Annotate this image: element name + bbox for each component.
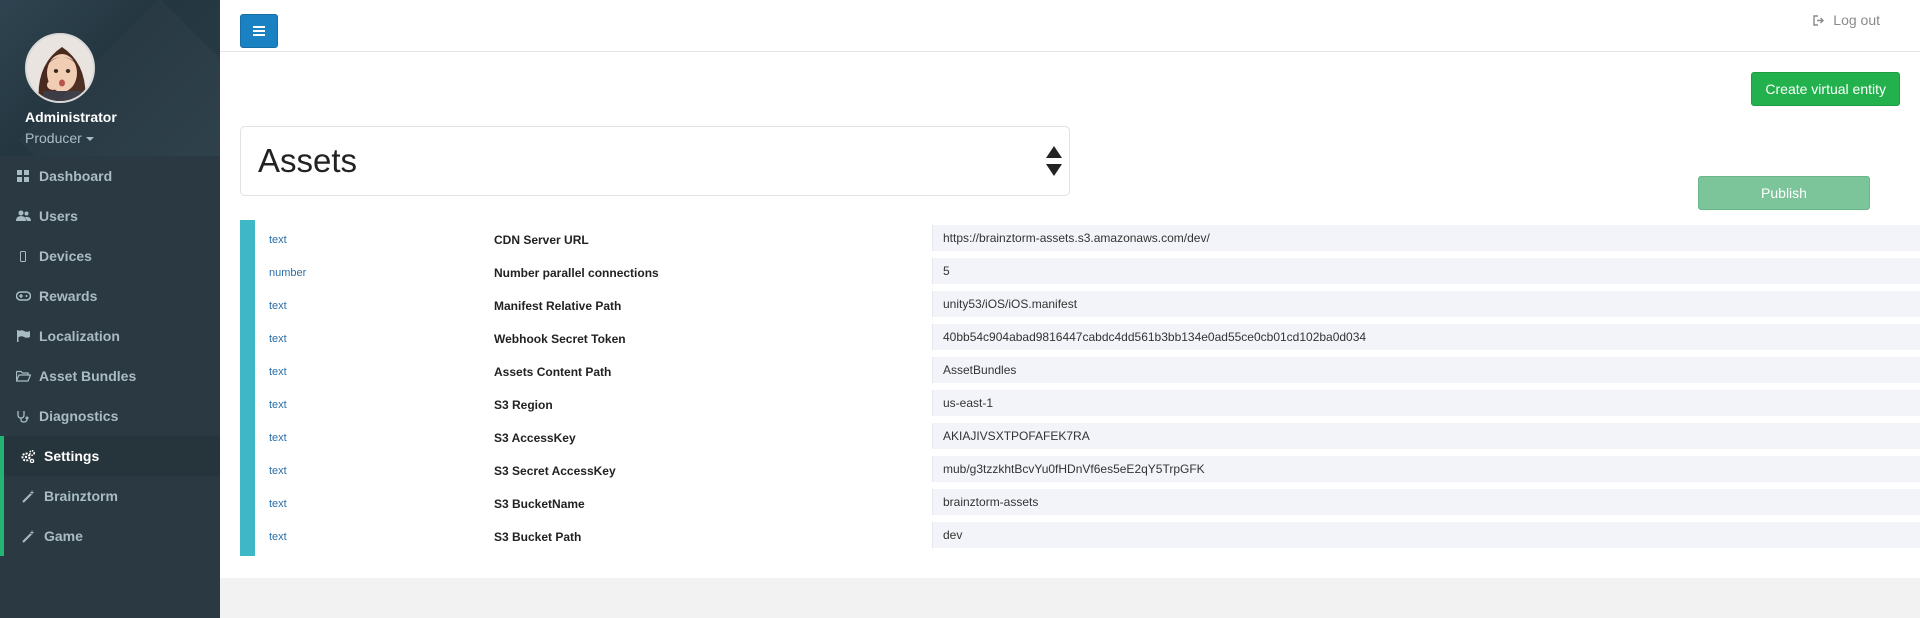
sidebar-item-label: Dashboard	[39, 168, 113, 184]
sidebar-item-devices[interactable]: Devices	[0, 236, 220, 276]
setting-type: text	[269, 333, 287, 345]
sidebar-item-dashboard[interactable]: Dashboard	[0, 156, 220, 196]
setting-row: text S3 BucketName brainztorm-assets	[255, 484, 1920, 517]
publish-button[interactable]: Publish	[1698, 176, 1870, 210]
stethoscope-icon	[15, 408, 31, 424]
setting-row: text CDN Server URL https://brainztorm-a…	[255, 220, 1920, 253]
setting-type: text	[269, 366, 287, 378]
setting-value-field[interactable]: https://brainztorm-assets.s3.amazonaws.c…	[932, 225, 1920, 251]
sidebar-item-game[interactable]: Game	[0, 516, 220, 556]
setting-value-field[interactable]: us-east-1	[932, 390, 1920, 416]
users-icon	[15, 208, 31, 224]
setting-type: text	[269, 465, 287, 477]
sidebar-item-label: Users	[39, 208, 78, 224]
setting-label: S3 Secret AccessKey	[494, 464, 616, 478]
setting-label: Assets Content Path	[494, 365, 612, 379]
avatar[interactable]	[25, 33, 95, 103]
sidebar-item-label: Diagnostics	[39, 408, 119, 424]
role-dropdown[interactable]: Producer	[25, 130, 94, 146]
setting-row: text Webhook Secret Token 40bb54c904abad…	[255, 319, 1920, 352]
setting-row: text S3 Bucket Path dev	[255, 517, 1920, 550]
sidebar-item-label: Asset Bundles	[39, 368, 137, 384]
sidebar-item-settings[interactable]: Settings	[0, 436, 220, 476]
setting-value-field[interactable]: 5	[932, 258, 1920, 284]
setting-row: number Number parallel connections 5	[255, 253, 1920, 286]
sidebar-item-label: Devices	[39, 248, 92, 264]
setting-value-field[interactable]: dev	[932, 522, 1920, 548]
folder-open-icon	[15, 368, 31, 384]
sidebar-item-rewards[interactable]: Rewards	[0, 276, 220, 316]
entity-select[interactable]: Assets	[240, 126, 1070, 196]
topbar: Log out	[220, 0, 1920, 52]
setting-row: text Manifest Relative Path unity53/iOS/…	[255, 286, 1920, 319]
setting-value-field[interactable]: AssetBundles	[932, 357, 1920, 383]
setting-label: CDN Server URL	[494, 233, 589, 247]
logout-link[interactable]: Log out	[1813, 12, 1880, 28]
entity-select-value: Assets	[258, 142, 358, 179]
setting-type: text	[269, 432, 287, 444]
setting-label: Webhook Secret Token	[494, 332, 626, 346]
create-virtual-entity-button[interactable]: Create virtual entity	[1751, 72, 1900, 106]
main-content: Log out Create virtual entity Assets Pub…	[220, 0, 1920, 578]
setting-value-field[interactable]: mub/g3tzzkhtBcvYu0fHDnVf6es5eE2qY5TrpGFK	[932, 456, 1920, 482]
setting-label: S3 Bucket Path	[494, 530, 582, 544]
setting-type: text	[269, 399, 287, 411]
hamburger-icon	[253, 26, 265, 36]
gears-icon	[20, 448, 36, 464]
setting-row: text S3 AccessKey AKIAJIVSXTPOFAFEK7RA	[255, 418, 1920, 451]
flag-icon	[15, 328, 31, 344]
gamepad-icon	[15, 288, 31, 304]
sidebar-item-label: Brainztorm	[44, 488, 118, 504]
sidebar-item-localization[interactable]: Localization	[0, 316, 220, 356]
sign-out-icon	[1813, 14, 1825, 26]
setting-type: number	[269, 267, 307, 279]
setting-type: text	[269, 531, 287, 543]
sidebar-item-users[interactable]: Users	[0, 196, 220, 236]
sidebar-item-brainztorm[interactable]: Brainztorm	[0, 476, 220, 516]
setting-label: Number parallel connections	[494, 266, 659, 280]
setting-type: text	[269, 234, 287, 246]
setting-label: S3 Region	[494, 398, 553, 412]
caret-down-icon	[85, 137, 94, 142]
sidebar-item-label: Rewards	[39, 288, 98, 304]
setting-value-field[interactable]: brainztorm-assets	[932, 489, 1920, 515]
magic-wand-icon	[20, 528, 36, 544]
role-label: Producer	[25, 130, 82, 146]
setting-row: text Assets Content Path AssetBundles	[255, 352, 1920, 385]
setting-label: Manifest Relative Path	[494, 299, 622, 313]
setting-value-field[interactable]: 40bb54c904abad9816447cabdc4dd561b3bb134e…	[932, 324, 1920, 350]
mobile-icon	[15, 248, 31, 264]
select-arrows-icon	[1046, 146, 1062, 176]
setting-type: text	[269, 300, 287, 312]
settings-accent-bar	[240, 220, 255, 556]
setting-value-field[interactable]: unity53/iOS/iOS.manifest	[932, 291, 1920, 317]
setting-row: text S3 Region us-east-1	[255, 385, 1920, 418]
setting-value-field[interactable]: AKIAJIVSXTPOFAFEK7RA	[932, 423, 1920, 449]
dashboard-icon	[15, 168, 31, 184]
setting-label: S3 BucketName	[494, 497, 585, 511]
sidebar-item-label: Game	[44, 528, 83, 544]
menu-toggle-button[interactable]	[240, 14, 278, 48]
setting-type: text	[269, 498, 287, 510]
sidebar-nav: Dashboard Users Devices Rewards Localiza…	[0, 156, 220, 556]
profile-panel: Administrator Producer	[0, 0, 220, 156]
sidebar-item-label: Localization	[39, 328, 120, 344]
setting-label: S3 AccessKey	[494, 431, 576, 445]
sidebar-item-diagnostics[interactable]: Diagnostics	[0, 396, 220, 436]
magic-wand-icon	[20, 488, 36, 504]
sidebar-item-asset-bundles[interactable]: Asset Bundles	[0, 356, 220, 396]
logout-label: Log out	[1833, 12, 1880, 28]
sidebar: Administrator Producer Dashboard Users D…	[0, 0, 220, 618]
sidebar-item-label: Settings	[44, 448, 100, 464]
setting-row: text S3 Secret AccessKey mub/g3tzzkhtBcv…	[255, 451, 1920, 484]
profile-name: Administrator	[25, 109, 117, 125]
